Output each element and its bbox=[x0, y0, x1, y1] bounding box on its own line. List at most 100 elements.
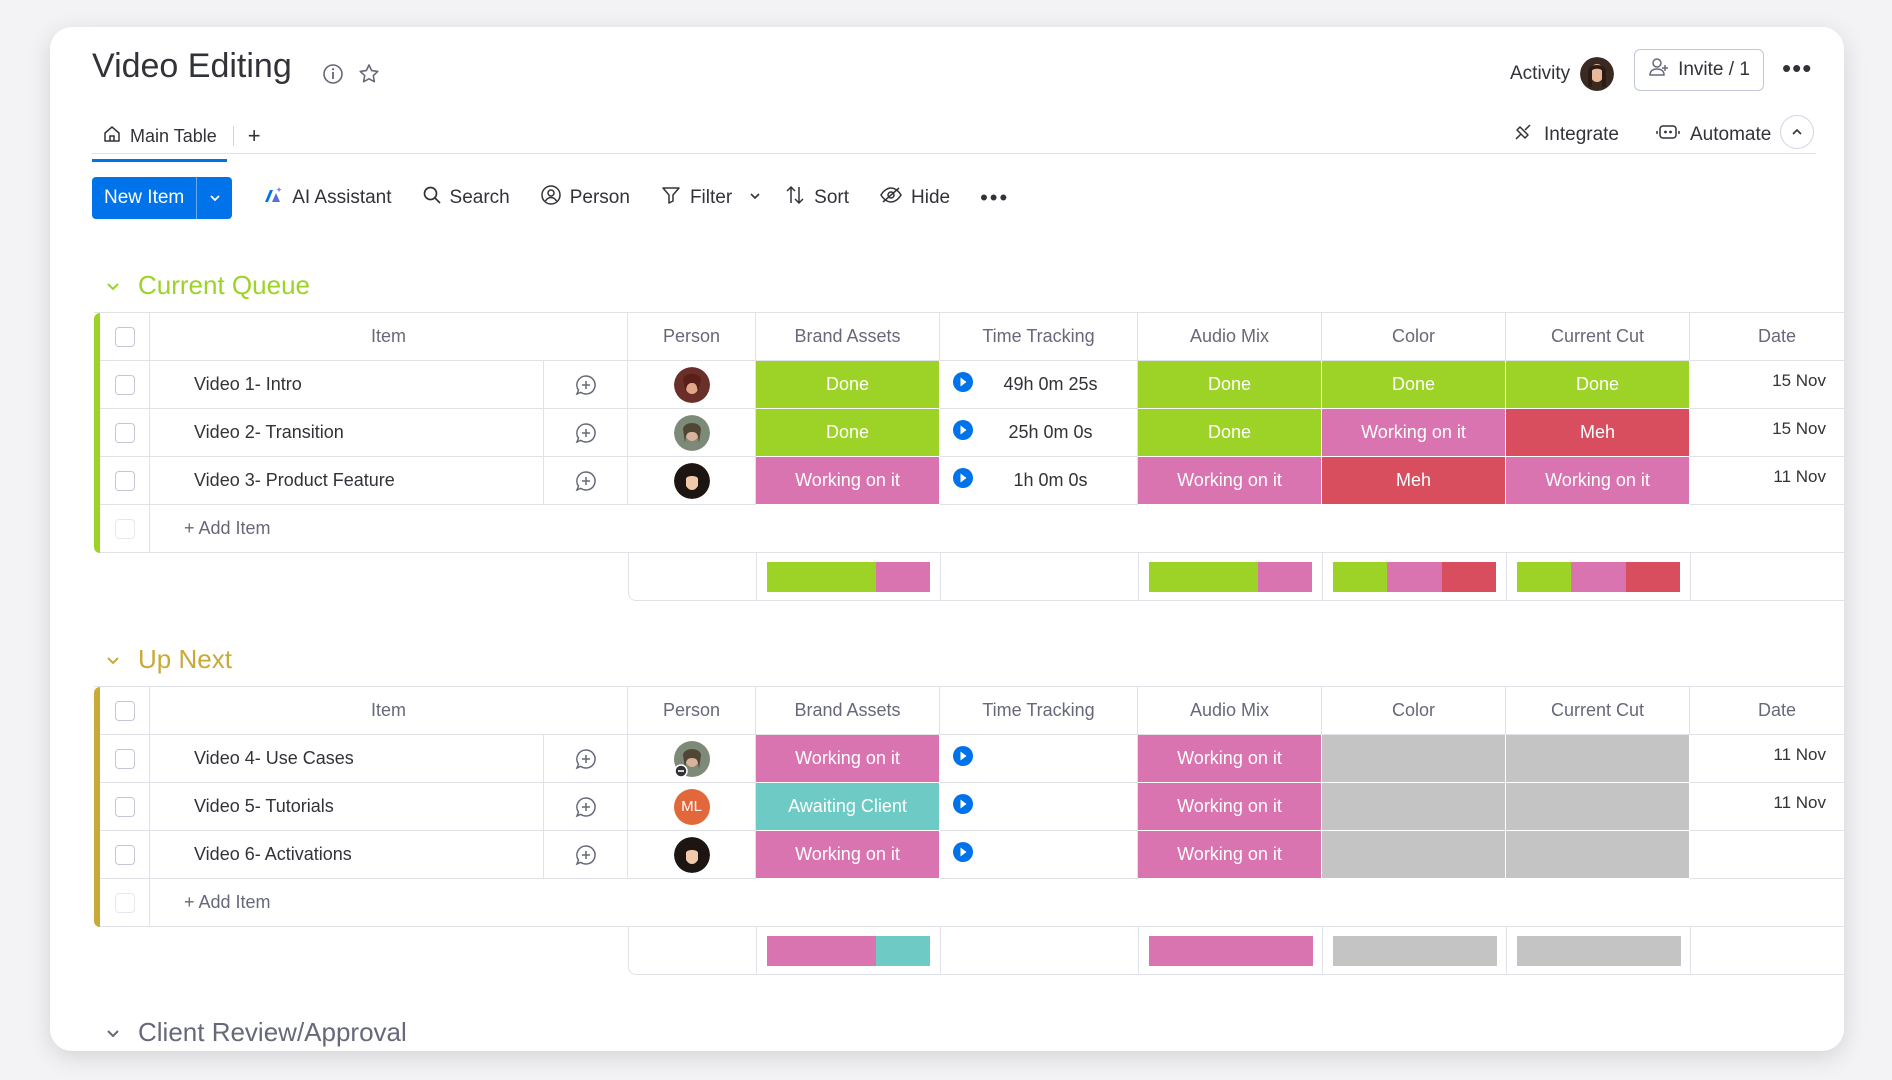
status-cell-audio-mix[interactable]: Working on it bbox=[1138, 783, 1322, 831]
time-tracking-cell[interactable]: 1h 0m 0s bbox=[940, 457, 1138, 505]
row-checkbox[interactable] bbox=[114, 374, 135, 395]
more-options-icon[interactable]: ••• bbox=[1782, 53, 1812, 84]
status-cell-brand-assets[interactable]: Working on it bbox=[756, 457, 940, 505]
status-distribution-bar[interactable] bbox=[766, 936, 931, 966]
date-cell[interactable]: 11 Nov bbox=[1690, 457, 1844, 505]
star-icon[interactable] bbox=[356, 61, 382, 87]
item-name-cell[interactable]: Video 4- Use Cases bbox=[150, 735, 544, 783]
status-cell-brand-assets[interactable]: Done bbox=[756, 361, 940, 409]
play-icon[interactable] bbox=[952, 793, 974, 820]
status-cell-audio-mix[interactable]: Working on it bbox=[1138, 457, 1322, 505]
date-cell[interactable] bbox=[1690, 831, 1844, 879]
select-all-checkbox[interactable] bbox=[114, 326, 135, 347]
add-item-row[interactable]: + Add Item bbox=[94, 505, 1844, 553]
table-row[interactable]: Video 5- Tutorials ML Awaiting Client Wo… bbox=[94, 783, 1844, 831]
column-header-current-cut[interactable]: Current Cut bbox=[1506, 687, 1690, 735]
add-item-input[interactable]: + Add Item bbox=[150, 505, 1844, 553]
status-cell-brand-assets[interactable]: Working on it bbox=[756, 831, 940, 879]
row-checkbox[interactable] bbox=[114, 748, 135, 769]
status-cell-audio-mix[interactable]: Done bbox=[1138, 409, 1322, 457]
chevron-down-icon[interactable] bbox=[104, 651, 122, 669]
status-distribution-bar[interactable] bbox=[1148, 936, 1313, 966]
status-cell-current-cut[interactable] bbox=[1506, 783, 1690, 831]
play-icon[interactable] bbox=[952, 467, 974, 494]
chevron-down-icon[interactable] bbox=[748, 187, 762, 209]
collapse-header-button[interactable] bbox=[1780, 115, 1814, 149]
status-cell-current-cut[interactable] bbox=[1506, 831, 1690, 879]
column-header-item[interactable]: Item bbox=[150, 687, 628, 735]
add-update-icon[interactable] bbox=[544, 783, 628, 831]
play-icon[interactable] bbox=[952, 419, 974, 446]
summary-cell-current-cut[interactable] bbox=[1507, 553, 1691, 601]
status-cell-color[interactable] bbox=[1322, 735, 1506, 783]
invite-button[interactable]: Invite / 1 bbox=[1634, 49, 1764, 91]
item-name-cell[interactable]: Video 5- Tutorials bbox=[150, 783, 544, 831]
date-cell[interactable]: 15 Nov bbox=[1690, 361, 1844, 409]
time-tracking-cell[interactable]: 49h 0m 25s bbox=[940, 361, 1138, 409]
time-tracking-cell[interactable]: 25h 0m 0s bbox=[940, 409, 1138, 457]
item-name-cell[interactable]: Video 1- Intro bbox=[150, 361, 544, 409]
add-update-icon[interactable] bbox=[544, 457, 628, 505]
chevron-down-icon[interactable] bbox=[104, 1024, 122, 1042]
status-cell-color[interactable] bbox=[1322, 831, 1506, 879]
play-icon[interactable] bbox=[952, 745, 974, 772]
person-cell[interactable] bbox=[628, 409, 756, 457]
status-cell-color[interactable] bbox=[1322, 783, 1506, 831]
time-tracking-cell[interactable] bbox=[940, 831, 1138, 879]
summary-cell-brand-assets[interactable] bbox=[757, 553, 941, 601]
column-header-person[interactable]: Person bbox=[628, 313, 756, 361]
group-title[interactable]: Up Next bbox=[138, 644, 232, 675]
row-checkbox[interactable] bbox=[114, 844, 135, 865]
group-header-client-review[interactable]: Client Review/Approval bbox=[104, 1017, 407, 1048]
person-cell[interactable]: ML bbox=[628, 783, 756, 831]
item-name-cell[interactable]: Video 2- Transition bbox=[150, 409, 544, 457]
group-header-up-next[interactable]: Up Next bbox=[104, 644, 232, 675]
column-header-audio-mix[interactable]: Audio Mix bbox=[1138, 687, 1322, 735]
add-update-icon[interactable] bbox=[544, 831, 628, 879]
row-checkbox[interactable] bbox=[114, 796, 135, 817]
status-cell-audio-mix[interactable]: Working on it bbox=[1138, 735, 1322, 783]
board-title[interactable]: Video Editing bbox=[92, 47, 292, 86]
new-item-button[interactable]: New Item bbox=[92, 177, 233, 219]
add-update-icon[interactable] bbox=[544, 735, 628, 783]
date-cell[interactable]: 15 Nov bbox=[1690, 409, 1844, 457]
status-cell-audio-mix[interactable]: Working on it bbox=[1138, 831, 1322, 879]
column-header-time-tracking[interactable]: Time Tracking bbox=[940, 313, 1138, 361]
table-row[interactable]: Video 6- Activations Working on it Worki… bbox=[94, 831, 1844, 879]
info-icon[interactable] bbox=[320, 61, 346, 87]
status-cell-brand-assets[interactable]: Awaiting Client bbox=[756, 783, 940, 831]
table-row[interactable]: Video 3- Product Feature Working on it 1… bbox=[94, 457, 1844, 505]
column-header-date[interactable]: Date bbox=[1690, 313, 1844, 361]
ai-assistant-button[interactable]: AI Assistant bbox=[262, 184, 392, 212]
column-header-audio-mix[interactable]: Audio Mix bbox=[1138, 313, 1322, 361]
play-icon[interactable] bbox=[952, 841, 974, 868]
table-row[interactable]: Video 2- Transition Done 25h 0m 0s Done … bbox=[94, 409, 1844, 457]
status-cell-brand-assets[interactable]: Done bbox=[756, 409, 940, 457]
status-distribution-bar[interactable] bbox=[1516, 936, 1681, 966]
date-cell[interactable]: 11 Nov bbox=[1690, 783, 1844, 831]
status-cell-current-cut[interactable] bbox=[1506, 735, 1690, 783]
status-distribution-bar[interactable] bbox=[1332, 562, 1497, 592]
column-header-current-cut[interactable]: Current Cut bbox=[1506, 313, 1690, 361]
summary-cell-audio-mix[interactable] bbox=[1139, 553, 1323, 601]
column-header-item[interactable]: Item bbox=[150, 313, 628, 361]
status-cell-audio-mix[interactable]: Done bbox=[1138, 361, 1322, 409]
row-checkbox[interactable] bbox=[114, 422, 135, 443]
status-cell-brand-assets[interactable]: Working on it bbox=[756, 735, 940, 783]
table-row[interactable]: Video 1- Intro Done 49h 0m 25s Done Done… bbox=[94, 361, 1844, 409]
person-cell[interactable] bbox=[628, 457, 756, 505]
sort-button[interactable]: Sort bbox=[784, 184, 849, 212]
activity-button[interactable]: Activity bbox=[1510, 57, 1615, 91]
hide-button[interactable]: Hide bbox=[879, 185, 950, 211]
summary-cell-audio-mix[interactable] bbox=[1139, 927, 1323, 975]
search-button[interactable]: Search bbox=[422, 185, 510, 211]
status-cell-color[interactable]: Meh bbox=[1322, 457, 1506, 505]
status-distribution-bar[interactable] bbox=[1148, 562, 1313, 592]
filter-button[interactable]: Filter bbox=[660, 184, 762, 212]
add-item-row[interactable]: + Add Item bbox=[94, 879, 1844, 927]
group-header-current-queue[interactable]: Current Queue bbox=[104, 270, 310, 301]
add-view-button[interactable]: + bbox=[248, 123, 261, 149]
group-title[interactable]: Current Queue bbox=[138, 270, 310, 301]
status-cell-current-cut[interactable]: Done bbox=[1506, 361, 1690, 409]
column-header-date[interactable]: Date bbox=[1690, 687, 1844, 735]
